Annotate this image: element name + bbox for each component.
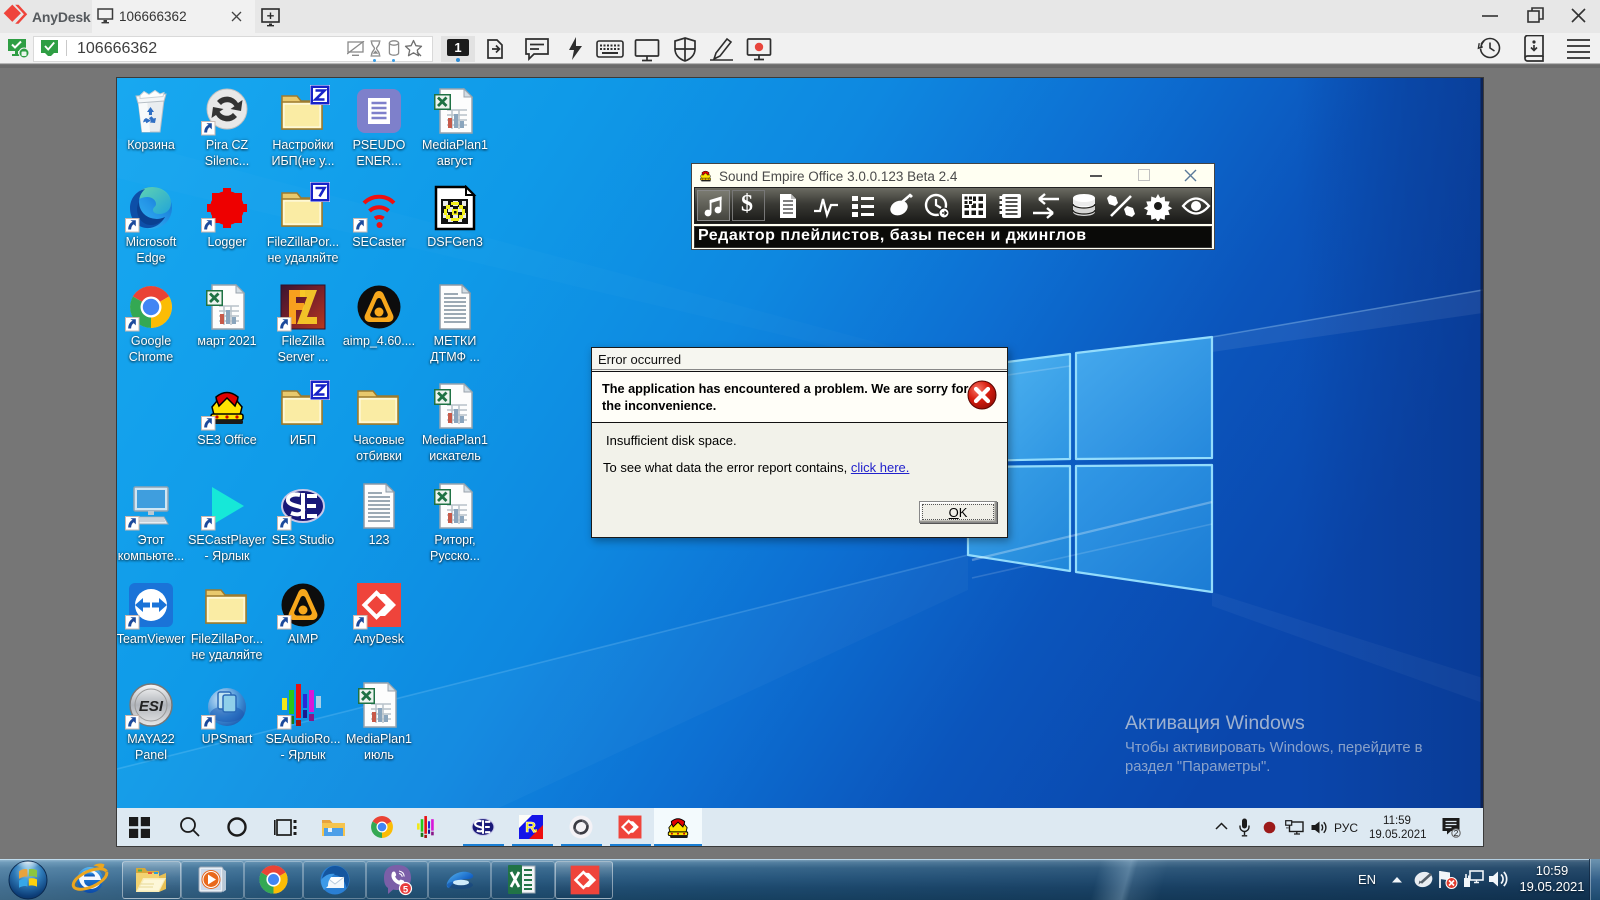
svg-text:R: R	[525, 819, 536, 836]
svg-text:раздел "Параметры".: раздел "Параметры".	[1125, 759, 1270, 775]
svg-text:5: 5	[403, 884, 409, 895]
svg-text:Чтобы активировать Windows, пе: Чтобы активировать Windows, перейдите в	[1125, 740, 1423, 756]
svg-text:Активация Windows: Активация Windows	[1125, 712, 1305, 734]
svg-text:2: 2	[1454, 828, 1459, 838]
